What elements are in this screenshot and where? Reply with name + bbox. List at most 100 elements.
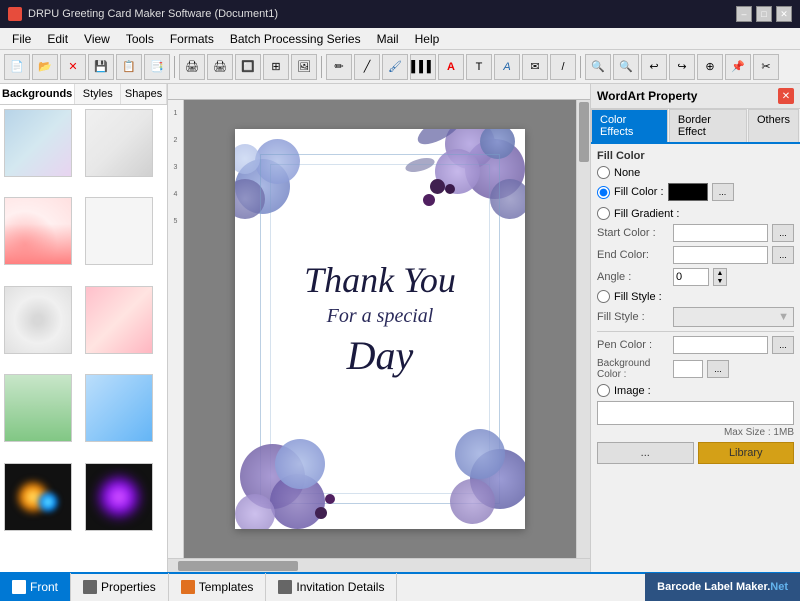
bg-thumb-9[interactable] [4,463,72,531]
start-color-dots-button[interactable]: ... [772,224,794,242]
tab-backgrounds[interactable]: Backgrounds [0,84,75,104]
radio-none[interactable] [597,166,610,179]
pen-button[interactable]: ✏ [326,54,352,80]
menu-tools[interactable]: Tools [118,30,162,48]
fill-style-radio-row: Fill Style : [597,290,794,303]
menu-help[interactable]: Help [407,30,448,48]
menu-view[interactable]: View [76,30,118,48]
paste-button[interactable]: 📌 [725,54,751,80]
fill-color-dots-button[interactable]: ... [712,183,734,201]
radio-fill-color[interactable] [597,186,610,199]
fill-color-row: Fill Color : ... [597,183,794,201]
fill-color-swatch[interactable] [668,183,708,201]
tab-others[interactable]: Others [748,109,799,142]
copy-button[interactable]: ⊕ [697,54,723,80]
new-button[interactable]: 📄 [4,54,30,80]
scrollbar-thumb-h[interactable] [178,561,298,571]
invitation-icon [278,580,292,594]
fill-color-label: Fill Color : [614,186,664,198]
view-btn[interactable]: 🔲 [235,54,261,80]
menu-batch[interactable]: Batch Processing Series [222,30,369,48]
fill-style-dropdown[interactable]: ▼ [673,307,794,327]
paint-button[interactable]: 🖌 [382,54,408,80]
bg-thumb-7[interactable] [4,374,72,442]
properties-icon [83,580,97,594]
horizontal-scrollbar[interactable] [168,558,590,572]
left-panel: Backgrounds Styles Shapes [0,84,168,572]
print2-button[interactable]: 🖨 [207,54,233,80]
close-button[interactable]: ✕ [776,6,792,22]
dots-button[interactable]: ... [597,442,694,464]
ruler-vertical: 1 2 3 4 5 [168,100,184,558]
barcode-button[interactable]: ▌▌▌ [410,54,436,80]
bg-thumb-2[interactable] [85,109,153,177]
grid-button[interactable]: ⊞ [263,54,289,80]
angle-input[interactable] [673,268,709,286]
radio-fill-gradient[interactable] [597,207,610,220]
tab-border-effect[interactable]: Border Effect [669,109,747,142]
property-tabs: Color Effects Border Effect Others [591,109,800,144]
scrollbar-thumb-v[interactable] [579,102,589,162]
zoom-in-button[interactable]: 🔍 [585,54,611,80]
minimize-button[interactable]: – [736,6,752,22]
tab-front[interactable]: Front [0,573,71,601]
text-button[interactable]: A [438,54,464,80]
save-button[interactable]: 💾 [88,54,114,80]
tab-properties[interactable]: Properties [71,573,169,601]
bg-thumb-8[interactable] [85,374,153,442]
image-label: Image : [614,385,651,397]
pen-color-dots-button[interactable]: ... [772,336,794,354]
undo-button[interactable]: ↩ [641,54,667,80]
menu-file[interactable]: File [4,30,39,48]
toolbar-sep2 [321,56,322,78]
fill-style-dropdown-row: Fill Style : ▼ [597,307,794,327]
bg-thumb-3[interactable] [4,197,72,265]
menu-formats[interactable]: Formats [162,30,222,48]
end-color-dots-button[interactable]: ... [772,246,794,264]
tab-templates[interactable]: Templates [169,573,267,601]
canvas-scroll-area[interactable]: Thank You For a special Day [184,100,576,558]
vertical-scrollbar[interactable] [576,100,590,558]
brand-area: Barcode Label Maker.Net [645,573,800,601]
library-button[interactable]: Library [698,442,795,464]
panel-close-button[interactable]: ✕ [778,88,794,104]
tab-styles[interactable]: Styles [75,84,121,104]
tab-shapes[interactable]: Shapes [121,84,167,104]
angle-spinner[interactable]: ▲ ▼ [713,268,727,286]
spin-up-button[interactable]: ▲ [714,269,726,277]
radio-image[interactable] [597,384,610,397]
maximize-button[interactable]: □ [756,6,772,22]
pen-color-swatch [673,336,768,354]
bg-color-dots-button[interactable]: ... [707,360,729,378]
open-button[interactable]: 📂 [32,54,58,80]
crop-button[interactable]: ✂ [753,54,779,80]
menu-mail[interactable]: Mail [369,30,407,48]
email-button[interactable]: ✉ [522,54,548,80]
wordart-button[interactable]: A [494,54,520,80]
radio-fill-style[interactable] [597,290,610,303]
toolbar: 📄 📂 ✕ 💾 📋 📑 🖨 🖨 🔲 ⊞ 🖼 ✏ ╱ 🖌 ▌▌▌ A T A ✉ … [0,50,800,84]
close-doc-button[interactable]: ✕ [60,54,86,80]
redo-button[interactable]: ↪ [669,54,695,80]
tab-invitation[interactable]: Invitation Details [266,573,397,601]
bg-thumb-4[interactable] [85,197,153,265]
text2-button[interactable]: T [466,54,492,80]
wordart-property-panel: WordArt Property ✕ Color Effects Border … [590,84,800,572]
zoom-out-button[interactable]: 🔍 [613,54,639,80]
window-controls: – □ ✕ [736,6,792,22]
print-button[interactable]: 🖨 [179,54,205,80]
bg-thumb-1[interactable] [4,109,72,177]
bg-thumb-10[interactable] [85,463,153,531]
saveas2-button[interactable]: 📑 [144,54,170,80]
line-button[interactable]: ╱ [354,54,380,80]
bg-thumb-6[interactable] [85,286,153,354]
img-button[interactable]: 🖼 [291,54,317,80]
card-line1: Thank You [255,259,505,301]
draw-button[interactable]: / [550,54,576,80]
bg-thumb-5[interactable] [4,286,72,354]
menu-edit[interactable]: Edit [39,30,76,48]
tab-color-effects[interactable]: Color Effects [591,109,668,142]
save-as-button[interactable]: 📋 [116,54,142,80]
spin-down-button[interactable]: ▼ [714,277,726,285]
image-path-input[interactable] [597,401,794,425]
